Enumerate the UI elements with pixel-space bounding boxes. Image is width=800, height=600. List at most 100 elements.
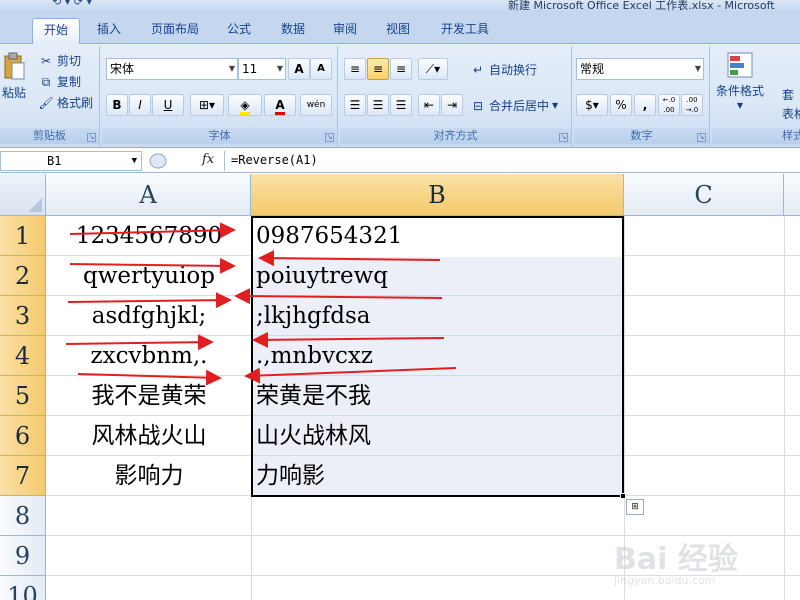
italic-button[interactable]: I: [129, 94, 151, 116]
row-header-10[interactable]: 10: [0, 576, 46, 600]
formula-bar: B1 ▼ fx =Reverse(A1): [0, 149, 800, 173]
cell-a7[interactable]: 影响力: [47, 456, 251, 496]
borders-button[interactable]: ⊞▾: [190, 94, 224, 116]
align-center-icon[interactable]: ☰: [367, 94, 389, 116]
row-header-9[interactable]: 9: [0, 536, 46, 576]
row-gridline: [46, 535, 800, 536]
row-header-8[interactable]: 8: [0, 496, 46, 536]
name-box-value: B1: [47, 154, 62, 168]
cell-a3[interactable]: asdfghjkl;: [47, 296, 251, 336]
decrease-decimal-button[interactable]: .00 →.0: [681, 94, 703, 116]
tab-page-layout[interactable]: 页面布局: [140, 18, 210, 44]
currency-icon[interactable]: $▾: [576, 94, 608, 116]
column-gridline: [251, 216, 252, 600]
orientation-icon[interactable]: ⟋▾: [418, 58, 448, 80]
tab-review[interactable]: 审阅: [322, 18, 368, 44]
tab-formulas[interactable]: 公式: [216, 18, 262, 44]
row-header-6[interactable]: 6: [0, 416, 46, 456]
align-right-icon[interactable]: ☰: [390, 94, 412, 116]
column-header-b[interactable]: B: [251, 174, 624, 216]
increase-decimal-button[interactable]: ←.0 .00: [658, 94, 680, 116]
cell-b2[interactable]: poiuytrewq: [256, 256, 622, 296]
align-left-icon[interactable]: ☰: [344, 94, 366, 116]
conditional-format-button[interactable]: 条件格式 ▼: [716, 50, 764, 110]
table-format-button[interactable]: 套 表格格: [782, 86, 800, 122]
clipboard-dialog-launcher-icon[interactable]: ↘: [87, 133, 96, 142]
align-top-icon[interactable]: ≡: [344, 58, 366, 80]
decrease-indent-icon[interactable]: ⇤: [418, 94, 440, 116]
cell-a1[interactable]: 1234567890: [47, 216, 251, 256]
fill-color-icon: ◈: [240, 98, 250, 115]
tab-view[interactable]: 视图: [375, 18, 421, 44]
formula-controls: fx: [146, 151, 224, 171]
cell-a2[interactable]: qwertyuiop: [47, 256, 251, 296]
cell-b6[interactable]: 山火战林风: [256, 416, 622, 456]
row-header-5[interactable]: 5: [0, 376, 46, 416]
paste-options-icon[interactable]: ⊞: [626, 499, 644, 515]
increase-indent-icon[interactable]: ⇥: [441, 94, 463, 116]
merge-center-button[interactable]: ⊟ 合并后居中 ▼: [470, 97, 558, 114]
conditional-format-icon: [727, 52, 753, 78]
borders-icon: ⊞▾: [198, 98, 216, 112]
column-gridline: [624, 216, 625, 600]
name-box[interactable]: B1 ▼: [0, 151, 142, 171]
alignment-dialog-launcher-icon[interactable]: ↘: [559, 133, 568, 142]
row-header-1[interactable]: 1: [0, 216, 46, 256]
comma-button[interactable]: ,: [634, 94, 656, 116]
wrap-text-button[interactable]: ↵ 自动换行: [470, 61, 537, 78]
grow-font-button[interactable]: A: [288, 58, 310, 80]
column-header-a[interactable]: A: [46, 174, 251, 216]
formula-input[interactable]: =Reverse(A1): [224, 151, 800, 171]
paste-button[interactable]: 粘贴: [0, 52, 28, 101]
paste-icon: [4, 52, 25, 80]
row-header-2[interactable]: 2: [0, 256, 46, 296]
row-header-4[interactable]: 4: [0, 336, 46, 376]
cell-a5[interactable]: 我不是黄荣: [47, 376, 251, 416]
number-format-select[interactable]: 常规 ▼: [576, 58, 704, 80]
column-header-c[interactable]: C: [624, 174, 784, 216]
quick-access-icons[interactable]: ⟲ ▾ ⟳ ▾: [52, 0, 92, 8]
cell-b5[interactable]: 荣黄是不我: [256, 376, 622, 416]
font-name-select[interactable]: 宋体 ▼: [106, 58, 238, 80]
cell-b3[interactable]: ;lkjhgfdsa: [256, 296, 622, 336]
scissors-icon: ✂: [40, 53, 52, 68]
tab-developer[interactable]: 开发工具: [430, 18, 500, 44]
cut-button[interactable]: ✂ 剪切: [38, 52, 81, 69]
number-group-label: 数字: [574, 128, 709, 144]
font-group-label: 字体: [102, 128, 337, 144]
cell-a4[interactable]: zxcvbnm,.: [47, 336, 251, 376]
tab-home[interactable]: 开始: [32, 18, 80, 45]
alignment-group-label: 对齐方式: [340, 128, 571, 144]
font-color-button[interactable]: A: [264, 94, 296, 116]
phonetic-button[interactable]: wén: [300, 94, 332, 116]
cell-b1[interactable]: 0987654321: [256, 216, 622, 256]
insert-function-icon[interactable]: fx: [202, 152, 214, 167]
align-middle-icon[interactable]: ≡: [367, 58, 389, 80]
bold-button[interactable]: B: [106, 94, 128, 116]
tab-data[interactable]: 数据: [270, 18, 316, 44]
align-bottom-icon[interactable]: ≡: [390, 58, 412, 80]
chevron-down-icon: ▼: [552, 101, 559, 110]
resize-handle-icon[interactable]: [148, 151, 168, 171]
format-painter-button[interactable]: 🖌 格式刷: [38, 94, 93, 111]
tab-insert[interactable]: 插入: [86, 18, 132, 44]
percent-button[interactable]: %: [610, 94, 632, 116]
number-dialog-launcher-icon[interactable]: ↘: [697, 133, 706, 142]
fill-color-button[interactable]: ◈: [228, 94, 262, 116]
font-dialog-launcher-icon[interactable]: ↘: [325, 133, 334, 142]
chevron-down-icon: ▼: [694, 64, 701, 73]
cell-b4[interactable]: .,mnbvcxz: [256, 336, 622, 376]
copy-icon: ⧉: [41, 74, 51, 89]
cell-a6[interactable]: 风林战火山: [47, 416, 251, 456]
column-header-d[interactable]: [784, 174, 800, 216]
underline-button[interactable]: U: [152, 94, 184, 116]
row-header-7[interactable]: 7: [0, 456, 46, 496]
shrink-font-button[interactable]: A: [310, 58, 332, 80]
copy-button[interactable]: ⧉ 复制: [38, 73, 81, 90]
copy-label: 复制: [57, 75, 82, 89]
cell-b7[interactable]: 力响影: [256, 456, 622, 496]
row-header-3[interactable]: 3: [0, 296, 46, 336]
font-size-select[interactable]: 11 ▼: [238, 58, 286, 80]
worksheet-grid[interactable]: A B C 1 2 3 4 5 6 7 8 9 10 1234567890 qwertyuiop as…: [0, 174, 800, 600]
select-all-corner[interactable]: [0, 174, 46, 216]
